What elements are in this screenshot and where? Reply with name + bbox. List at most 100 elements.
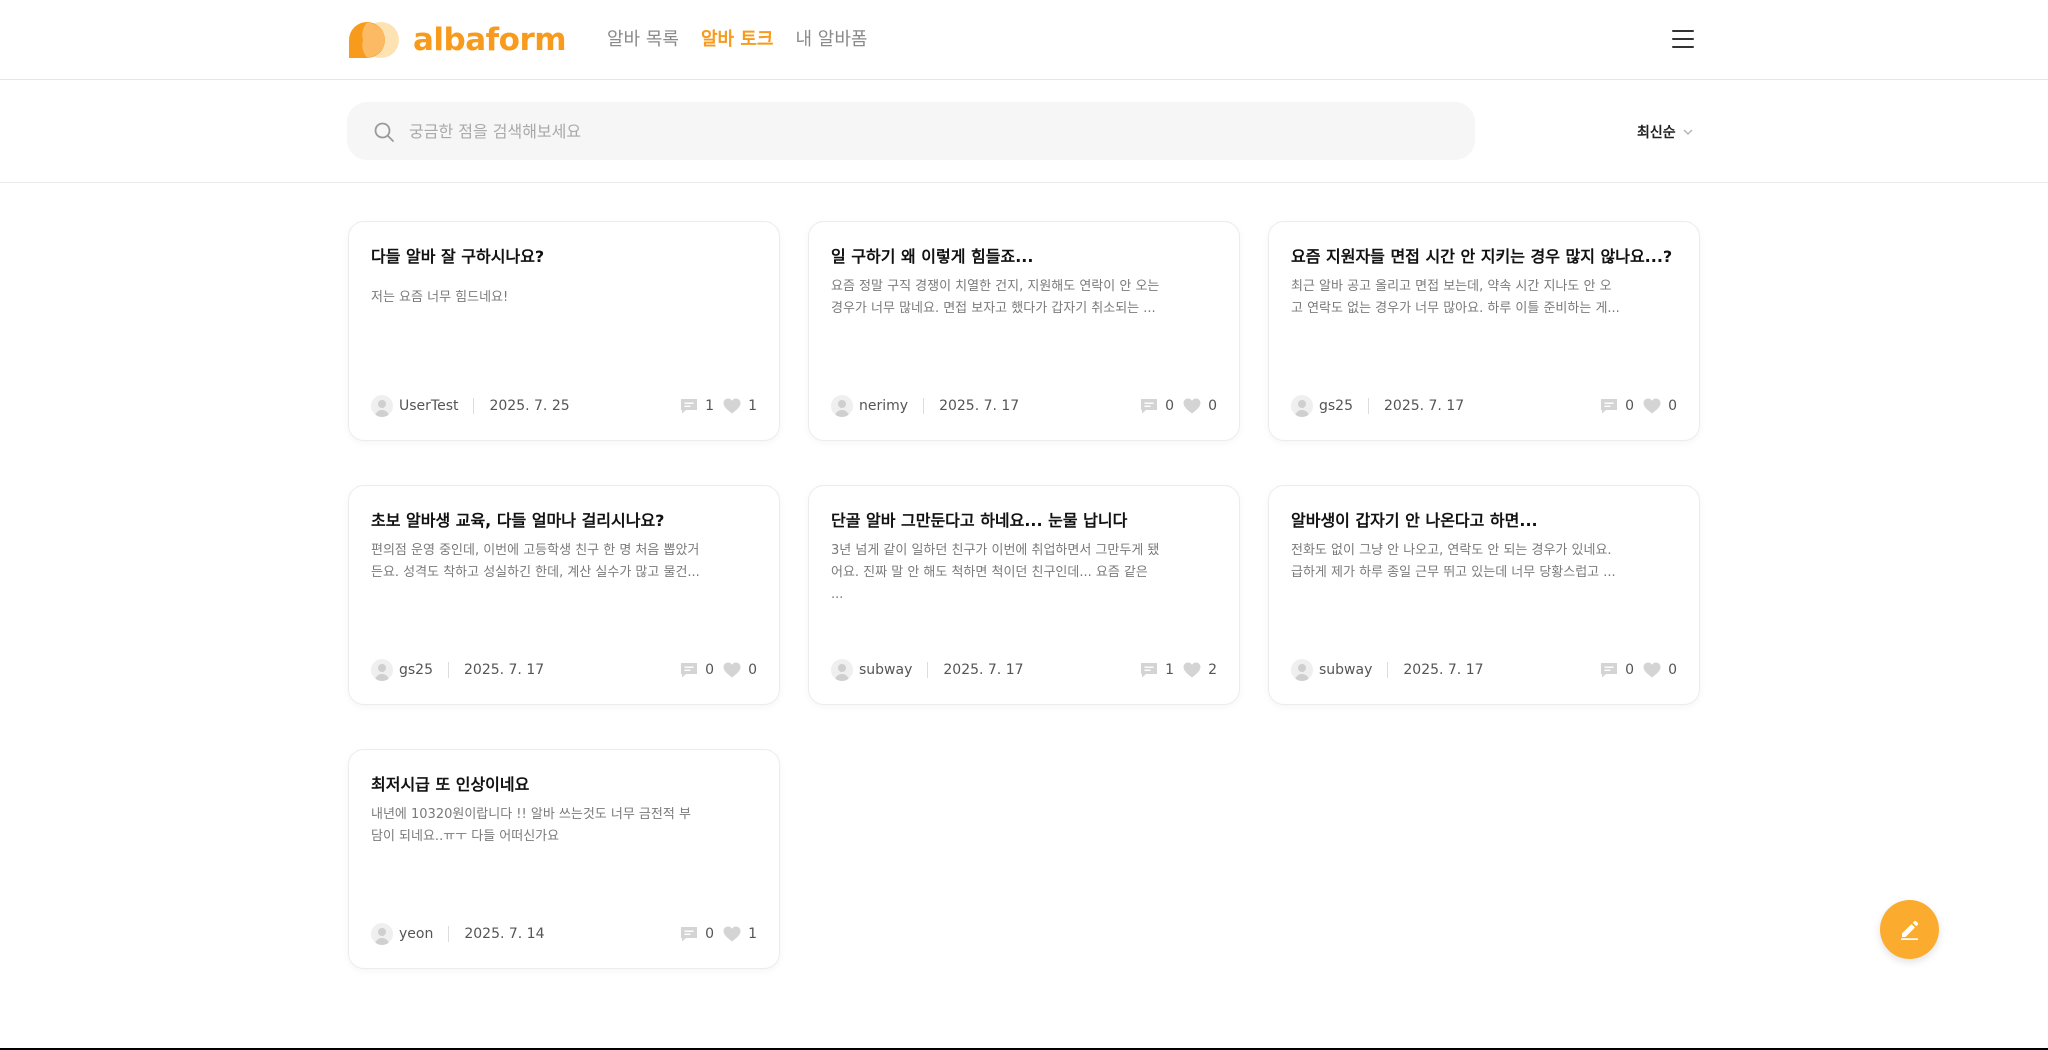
post-card[interactable]: 초보 알바생 교육, 다들 얼마나 걸리시나요? 편의점 운영 중인데, 이번에… (348, 485, 780, 705)
comment-icon (681, 927, 698, 942)
post-excerpt: 편의점 운영 중인데, 이번에 고등학생 친구 한 명 처음 뽑았거든요. 성격… (371, 543, 700, 580)
search-box[interactable] (347, 102, 1475, 160)
divider (1368, 398, 1369, 414)
post-author: subway (1319, 662, 1373, 678)
post-footer: gs25 2025. 7. 17 0 0 (1291, 394, 1677, 418)
heart-icon[interactable] (722, 661, 742, 679)
post-excerpt: 내년에 10320원이랍니다 !! 알바 쓰는것도 너무 금전적 부담이 되네요… (371, 807, 691, 844)
post-author: subway (859, 662, 913, 678)
heart-icon[interactable] (722, 397, 742, 415)
post-date: 2025. 7. 17 (1384, 398, 1465, 414)
like-count: 2 (1208, 662, 1217, 678)
post-card[interactable]: 요즘 지원자들 면접 시간 안 지키는 경우 많지 않나요...? 최근 알바 … (1268, 221, 1700, 441)
write-post-button[interactable] (1880, 900, 1939, 959)
comment-count: 0 (1165, 398, 1175, 414)
post-footer: subway 2025. 7. 17 0 0 (1291, 658, 1677, 682)
top-header: albaform 알바 목록 알바 토크 내 알바폼 (0, 0, 2048, 80)
user-avatar-icon (1291, 659, 1313, 681)
sort-label: 최신순 (1637, 125, 1676, 141)
post-date: 2025. 7. 17 (943, 662, 1024, 678)
comment-count: 0 (705, 662, 715, 678)
comment-count: 1 (705, 398, 715, 414)
like-count: 0 (1668, 662, 1677, 678)
search-input[interactable] (409, 102, 1449, 160)
like-count: 1 (748, 926, 757, 942)
nav-item-my-albaform[interactable]: 내 알바폼 (795, 26, 867, 54)
post-author: UserTest (399, 398, 459, 414)
post-stats: 0 0 (1139, 397, 1217, 415)
nav-item-job-list[interactable]: 알바 목록 (607, 26, 679, 54)
comment-count: 0 (705, 926, 715, 942)
post-author: nerimy (859, 398, 909, 414)
post-stats: 0 1 (679, 925, 757, 943)
post-title: 초보 알바생 교육, 다들 얼마나 걸리시나요? (371, 511, 665, 530)
sort-dropdown[interactable]: 최신순 (1637, 122, 1694, 142)
comment-icon (681, 399, 698, 414)
heart-icon[interactable] (722, 925, 742, 943)
post-stats: 1 2 (1139, 661, 1217, 679)
search-icon (374, 122, 394, 142)
post-author: gs25 (399, 662, 433, 678)
post-footer: gs25 2025. 7. 17 0 0 (371, 658, 757, 682)
comment-icon (681, 663, 698, 678)
post-card[interactable]: 최저시급 또 인상이네요 내년에 10320원이랍니다 !! 알바 쓰는것도 너… (348, 749, 780, 969)
like-count: 1 (748, 398, 757, 414)
comment-icon (1601, 399, 1618, 414)
hamburger-menu-icon[interactable] (1672, 29, 1694, 49)
divider (923, 398, 925, 414)
post-title: 일 구하기 왜 이렇게 힘들죠... (831, 247, 1034, 266)
page: albaform 알바 목록 알바 토크 내 알바폼 최신순 (0, 0, 2048, 1048)
search-bar-section: 최신순 (0, 81, 2048, 183)
albaform-logo-icon (349, 22, 399, 58)
heart-icon[interactable] (1182, 397, 1202, 415)
comment-count: 0 (1625, 398, 1635, 414)
like-count: 0 (1668, 398, 1677, 414)
post-footer: subway 2025. 7. 17 1 2 (831, 658, 1217, 682)
divider (473, 398, 475, 414)
post-footer: UserTest 2025. 7. 25 1 1 (371, 394, 757, 418)
post-author: yeon (399, 926, 434, 942)
post-excerpt: 3년 넘게 같이 일하던 친구가 이번에 취업하면서 그만두게 됐어요. 진짜 … (831, 543, 1160, 602)
post-excerpt: 요즘 정말 구직 경쟁이 치열한 건지, 지원해도 연락이 안 오는 경우가 너… (831, 279, 1160, 316)
post-card[interactable]: 단골 알바 그만둔다고 하네요... 눈물 납니다 3년 넘게 같이 일하던 친… (808, 485, 1240, 705)
user-avatar-icon (371, 923, 393, 945)
post-title: 최저시급 또 인상이네요 (371, 775, 530, 794)
pencil-icon (1901, 920, 1919, 940)
like-count: 0 (748, 662, 757, 678)
divider (448, 926, 450, 942)
post-date: 2025. 7. 17 (464, 662, 545, 678)
post-footer: nerimy 2025. 7. 17 0 0 (831, 394, 1217, 418)
post-date: 2025. 7. 25 (489, 398, 570, 414)
user-avatar-icon (1291, 395, 1313, 417)
user-avatar-icon (371, 395, 393, 417)
post-date: 2025. 7. 17 (939, 398, 1020, 414)
heart-icon[interactable] (1642, 661, 1662, 679)
post-stats: 1 1 (679, 397, 757, 415)
post-title: 단골 알바 그만둔다고 하네요... 눈물 납니다 (831, 511, 1128, 530)
main-nav: 알바 목록 알바 토크 내 알바폼 (607, 26, 867, 54)
post-card[interactable]: 다들 알바 잘 구하시나요? 저는 요즘 너무 힘드네요! UserTest 2… (348, 221, 780, 441)
logo[interactable]: albaform (347, 20, 567, 60)
user-avatar-icon (371, 659, 393, 681)
post-excerpt: 전화도 없이 그냥 안 나오고, 연락도 안 되는 경우가 있네요. 급하게 제… (1291, 543, 1616, 580)
post-date: 2025. 7. 17 (1403, 662, 1484, 678)
post-card[interactable]: 일 구하기 왜 이렇게 힘들죠... 요즘 정말 구직 경쟁이 치열한 건지, … (808, 221, 1240, 441)
chevron-down-icon (1683, 129, 1693, 135)
post-title: 다들 알바 잘 구하시나요? (371, 247, 545, 266)
comment-icon (1601, 663, 1618, 678)
post-title: 요즘 지원자들 면접 시간 안 지키는 경우 많지 않나요...? (1291, 247, 1673, 266)
comment-count: 1 (1165, 662, 1175, 678)
user-avatar-icon (831, 659, 853, 681)
post-excerpt: 저는 요즘 너무 힘드네요! (371, 290, 509, 305)
heart-icon[interactable] (1642, 397, 1662, 415)
nav-item-alba-talk[interactable]: 알바 토크 (701, 26, 774, 54)
heart-icon[interactable] (1182, 661, 1202, 679)
post-card[interactable]: 알바생이 갑자기 안 나온다고 하면... 전화도 없이 그냥 안 나오고, 연… (1268, 485, 1700, 705)
post-excerpt: 최근 알바 공고 올리고 면접 보는데, 약속 시간 지나도 안 오고 연락도 … (1291, 279, 1620, 316)
post-stats: 0 0 (1599, 661, 1677, 679)
comment-icon (1141, 663, 1158, 678)
post-author: gs25 (1319, 398, 1353, 414)
post-stats: 0 0 (679, 661, 757, 679)
like-count: 0 (1208, 398, 1217, 414)
divider (927, 662, 929, 678)
